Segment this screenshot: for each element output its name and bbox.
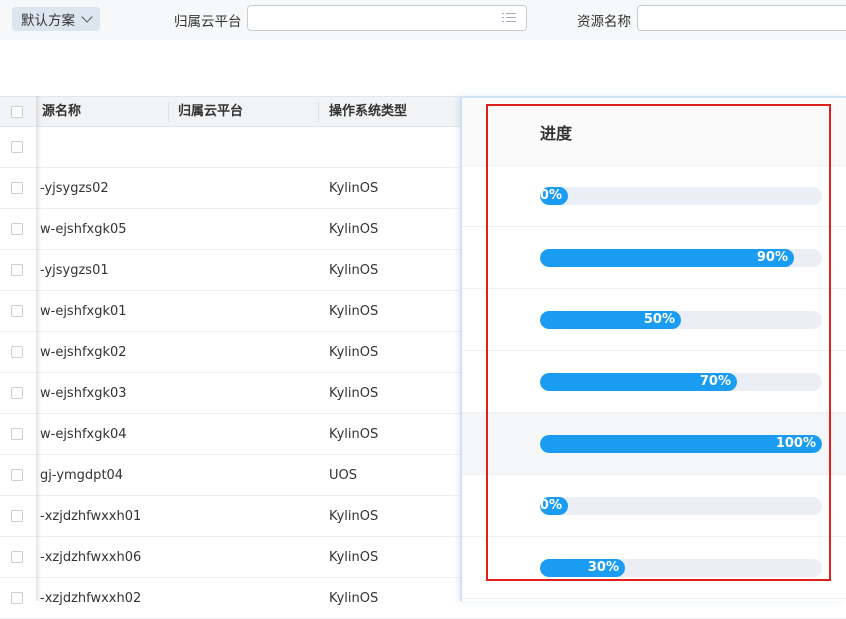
progress-row: 10%: [462, 165, 846, 227]
progress-label: 70%: [699, 374, 731, 389]
row-checkbox[interactable]: [11, 346, 23, 358]
row-checkbox[interactable]: [11, 510, 23, 522]
progress-row: 30%: [462, 537, 846, 599]
scheme-dropdown[interactable]: 默认方案: [12, 7, 100, 31]
progress-row: 100%: [462, 413, 846, 475]
progress-label: 100%: [775, 436, 816, 451]
progress-row: 70%: [462, 351, 846, 413]
resource-name-cell: -xzjdzhfwxxh06: [40, 550, 142, 565]
resource-name-input[interactable]: [637, 5, 846, 31]
resource-name-cell: -xzjdzhfwxxh02: [40, 591, 142, 606]
resource-name-cell: -yjsygzs02: [40, 181, 109, 196]
resource-name-cell: w-ejshfxgk05: [40, 222, 127, 237]
filter-bar: 默认方案 归属云平台 资源名称: [0, 0, 846, 40]
column-divider: [318, 102, 319, 122]
row-checkbox[interactable]: [11, 387, 23, 399]
os-type-cell: UOS: [329, 468, 357, 483]
os-type-cell: KylinOS: [329, 509, 379, 524]
os-type-cell: KylinOS: [329, 304, 379, 319]
row-checkbox[interactable]: [11, 592, 23, 604]
progress-bar-fill: 50%: [540, 311, 681, 329]
cloud-platform-select[interactable]: [247, 5, 527, 31]
progress-bar-fill: 30%: [540, 559, 625, 577]
list-icon: [502, 12, 516, 24]
row-checkbox[interactable]: [11, 223, 23, 235]
resource-name-cell: gj-ymgdpt04: [40, 468, 124, 483]
progress-row: 90%: [462, 227, 846, 289]
row-checkbox[interactable]: [11, 469, 23, 481]
resource-name-cell: -yjsygzs01: [40, 263, 109, 278]
progress-bar-track: 10%: [540, 187, 822, 205]
row-checkbox[interactable]: [11, 141, 23, 153]
progress-bar-fill: 100%: [540, 435, 822, 453]
column-divider: [168, 102, 169, 122]
column-header-resource-name[interactable]: 源名称: [42, 97, 81, 127]
fixed-column-shadow: [36, 96, 41, 601]
row-checkbox[interactable]: [11, 551, 23, 563]
progress-label: 30%: [587, 560, 619, 575]
resource-name-cell: w-ejshfxgk01: [40, 304, 127, 319]
progress-bar-track: 70%: [540, 373, 822, 391]
progress-label: 90%: [756, 250, 788, 265]
os-type-cell: KylinOS: [329, 181, 379, 196]
progress-bar-fill: 70%: [540, 373, 737, 391]
progress-header-label: 进度: [540, 124, 573, 143]
progress-label: 10%: [540, 498, 562, 513]
row-checkbox[interactable]: [11, 182, 23, 194]
resource-name-cell: w-ejshfxgk02: [40, 345, 127, 360]
progress-bar-track: 100%: [540, 435, 822, 453]
row-checkbox[interactable]: [11, 305, 23, 317]
progress-panel: 进度 10% 90% 50% 70% 100% 10% 30%: [460, 96, 846, 601]
progress-bar-track: 90%: [540, 249, 822, 267]
os-type-cell: KylinOS: [329, 591, 379, 606]
column-header-cloud-platform[interactable]: 归属云平台: [178, 97, 243, 127]
scheme-label: 默认方案: [21, 13, 75, 29]
row-checkbox[interactable]: [11, 428, 23, 440]
os-type-cell: KylinOS: [329, 386, 379, 401]
os-type-cell: KylinOS: [329, 550, 379, 565]
progress-bar-track: 50%: [540, 311, 822, 329]
progress-bar-fill: 10%: [540, 187, 568, 205]
os-type-cell: KylinOS: [329, 427, 379, 442]
row-checkbox[interactable]: [11, 264, 23, 276]
os-type-cell: KylinOS: [329, 263, 379, 278]
column-header-os-type[interactable]: 操作系统类型: [329, 97, 407, 127]
select-all-checkbox[interactable]: [11, 106, 23, 118]
os-type-cell: KylinOS: [329, 345, 379, 360]
progress-bar-fill: 90%: [540, 249, 794, 267]
progress-row: 50%: [462, 289, 846, 351]
progress-bar-fill: 10%: [540, 497, 568, 515]
progress-row: 10%: [462, 475, 846, 537]
chevron-down-icon: [81, 11, 93, 23]
progress-bar-track: 30%: [540, 559, 822, 577]
resource-name-label: 资源名称: [577, 14, 631, 30]
resource-name-cell: -xzjdzhfwxxh01: [40, 509, 142, 524]
progress-column-header: 进度: [462, 98, 846, 166]
resource-name-cell: w-ejshfxgk04: [40, 427, 127, 442]
os-type-cell: KylinOS: [329, 222, 379, 237]
resource-name-cell: w-ejshfxgk03: [40, 386, 127, 401]
progress-label: 50%: [643, 312, 675, 327]
progress-label: 10%: [540, 188, 562, 203]
progress-bar-track: 10%: [540, 497, 822, 515]
cloud-platform-label: 归属云平台: [174, 14, 242, 30]
